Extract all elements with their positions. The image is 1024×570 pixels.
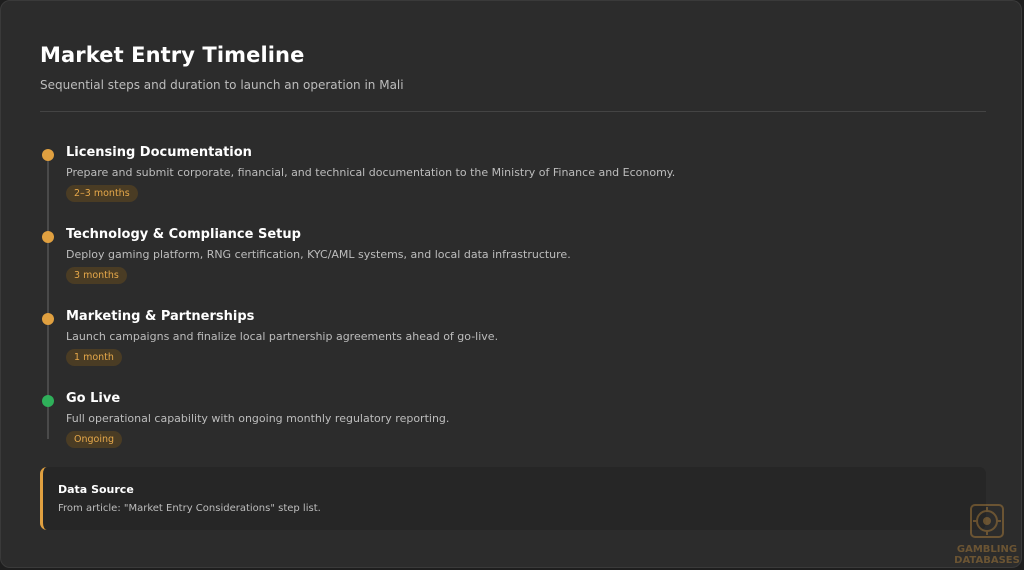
timeline-step-technology: Technology & Compliance Setup Deploy gam… bbox=[41, 227, 941, 298]
page-subtitle: Sequential steps and duration to launch … bbox=[40, 78, 404, 92]
step-description: Prepare and submit corporate, financial,… bbox=[66, 166, 676, 179]
watermark-line-2: DATABASES bbox=[954, 555, 1020, 566]
duration-badge: Ongoing bbox=[66, 431, 123, 448]
data-source-box: Data Source From article: "Market Entry … bbox=[40, 467, 986, 530]
step-description: Launch campaigns and finalize local part… bbox=[66, 330, 499, 343]
step-title: Technology & Compliance Setup bbox=[66, 227, 301, 242]
timeline-card: Market Entry Timeline Sequential steps a… bbox=[0, 0, 1022, 568]
timeline-step-marketing: Marketing & Partnerships Launch campaign… bbox=[41, 309, 941, 380]
timeline-step-licensing: Licensing Documentation Prepare and subm… bbox=[41, 145, 941, 216]
watermark-logo: GAMBLING DATABASES bbox=[954, 502, 1020, 568]
step-title: Licensing Documentation bbox=[66, 145, 252, 160]
step-dot-icon bbox=[42, 395, 54, 407]
timeline-step-go-live: Go Live Full operational capability with… bbox=[41, 391, 941, 462]
watermark-line-1: GAMBLING bbox=[956, 544, 1018, 555]
step-title: Marketing & Partnerships bbox=[66, 309, 255, 324]
step-dot-icon bbox=[42, 149, 54, 161]
step-title: Go Live bbox=[66, 391, 121, 406]
data-source-text: From article: "Market Entry Consideratio… bbox=[58, 503, 321, 514]
step-dot-icon bbox=[42, 231, 54, 243]
step-description: Full operational capability with ongoing… bbox=[66, 412, 450, 425]
data-source-title: Data Source bbox=[58, 483, 134, 496]
duration-badge: 2–3 months bbox=[66, 185, 138, 202]
duration-badge: 1 month bbox=[66, 349, 122, 366]
step-dot-icon bbox=[42, 313, 54, 325]
step-description: Deploy gaming platform, RNG certificatio… bbox=[66, 248, 571, 261]
header-divider bbox=[40, 111, 986, 112]
page-title: Market Entry Timeline bbox=[40, 43, 305, 67]
duration-badge: 3 months bbox=[66, 267, 127, 284]
casino-chip-icon bbox=[970, 504, 1004, 538]
